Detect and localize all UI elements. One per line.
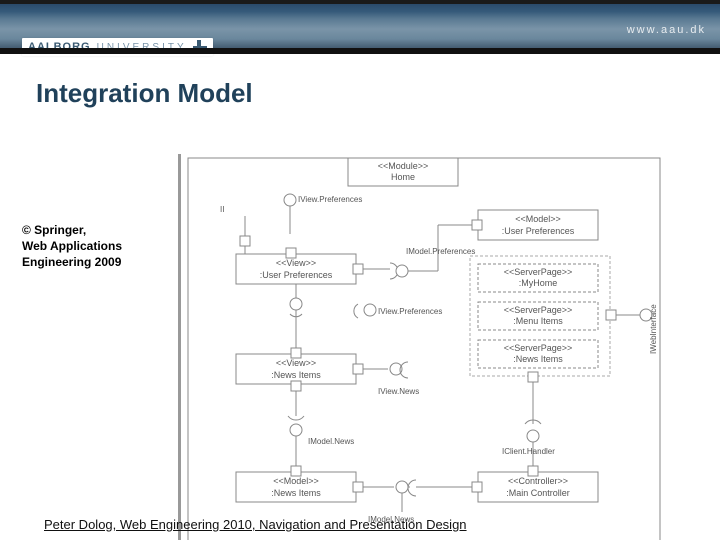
svg-text:II: II [220,205,224,214]
logo-icon [193,40,207,54]
footer-text: Peter Dolog, Web Engineering 2010, Navig… [44,517,467,532]
svg-text:<<ServerPage>>: <<ServerPage>> [504,267,573,277]
box-sp-news-items: <<ServerPage>> :News Items [478,340,598,368]
iface-imodelnews-left: IModel.News [308,437,354,446]
attribution-line-1: © Springer, [22,222,162,238]
svg-text::Main Controller: :Main Controller [506,488,570,498]
module-name: Home [391,172,415,182]
attribution: © Springer, Web Applications Engineering… [22,222,162,271]
box-user-pref-view: <<View>> :User Preferences [236,236,363,284]
attribution-line-2: Web Applications [22,238,162,254]
svg-text::News Items: :News Items [271,370,321,380]
svg-text:<<View>>: <<View>> [276,258,316,268]
diagram-svg: <<Module>> Home IView.Preferences <<View… [178,154,668,540]
svg-text:IWebInterface: IWebInterface [649,304,658,354]
module-stereo: <<Module>> [378,161,429,171]
box-menu-items: <<ServerPage>> :Menu Items [478,302,598,330]
svg-text:<<Controller>>: <<Controller>> [508,476,568,486]
university-name: AALBORG [28,41,91,53]
svg-text::MyHome: :MyHome [519,278,558,288]
svg-text:<<ServerPage>>: <<ServerPage>> [504,343,573,353]
box-user-pref-model: <<Model>> :User Preferences [472,210,598,240]
box-module-home: <<Module>> Home [348,158,458,186]
diagram-left-bar [178,154,181,540]
box-news-items-model: <<Model>> :News Items [236,466,363,502]
box-main-controller: <<Controller>> :Main Controller [472,466,598,502]
university-suffix: UNIVERSITY [97,42,187,53]
iface-iwebinterface: IWebInterface [616,304,658,354]
svg-text:<<View>>: <<View>> [276,358,316,368]
iface-iviewpref-mid: IView.Preferences [378,307,442,316]
svg-text::News Items: :News Items [513,354,563,364]
svg-text::Menu Items: :Menu Items [513,316,563,326]
page-title: Integration Model [36,78,684,109]
iface-imodelpref: IModel.Preferences [406,247,475,256]
slide-body: Integration Model © Springer, Web Applic… [0,54,720,109]
uml-diagram: <<Module>> Home IView.Preferences <<View… [178,154,668,540]
attribution-line-3: Engineering 2009 [22,254,162,270]
box-myhome: <<ServerPage>> :MyHome [478,264,598,292]
svg-text::News Items: :News Items [271,488,321,498]
university-url: www.aau.dk [627,24,706,36]
svg-text::User Preferences: :User Preferences [502,226,575,236]
svg-text:<<Model>>: <<Model>> [273,476,319,486]
iface-iclienthandler: IClient.Handler [502,447,555,456]
header-banner: AALBORG UNIVERSITY www.aau.dk [0,0,720,54]
svg-text:<<ServerPage>>: <<ServerPage>> [504,305,573,315]
svg-text:<<Model>>: <<Model>> [515,214,561,224]
iface-iviewpref-top: IView.Preferences [298,195,362,204]
iface-iviewnews: IView.News [378,387,419,396]
svg-text::User Preferences: :User Preferences [260,270,333,280]
box-news-items-view: <<View>> :News Items [236,348,363,391]
